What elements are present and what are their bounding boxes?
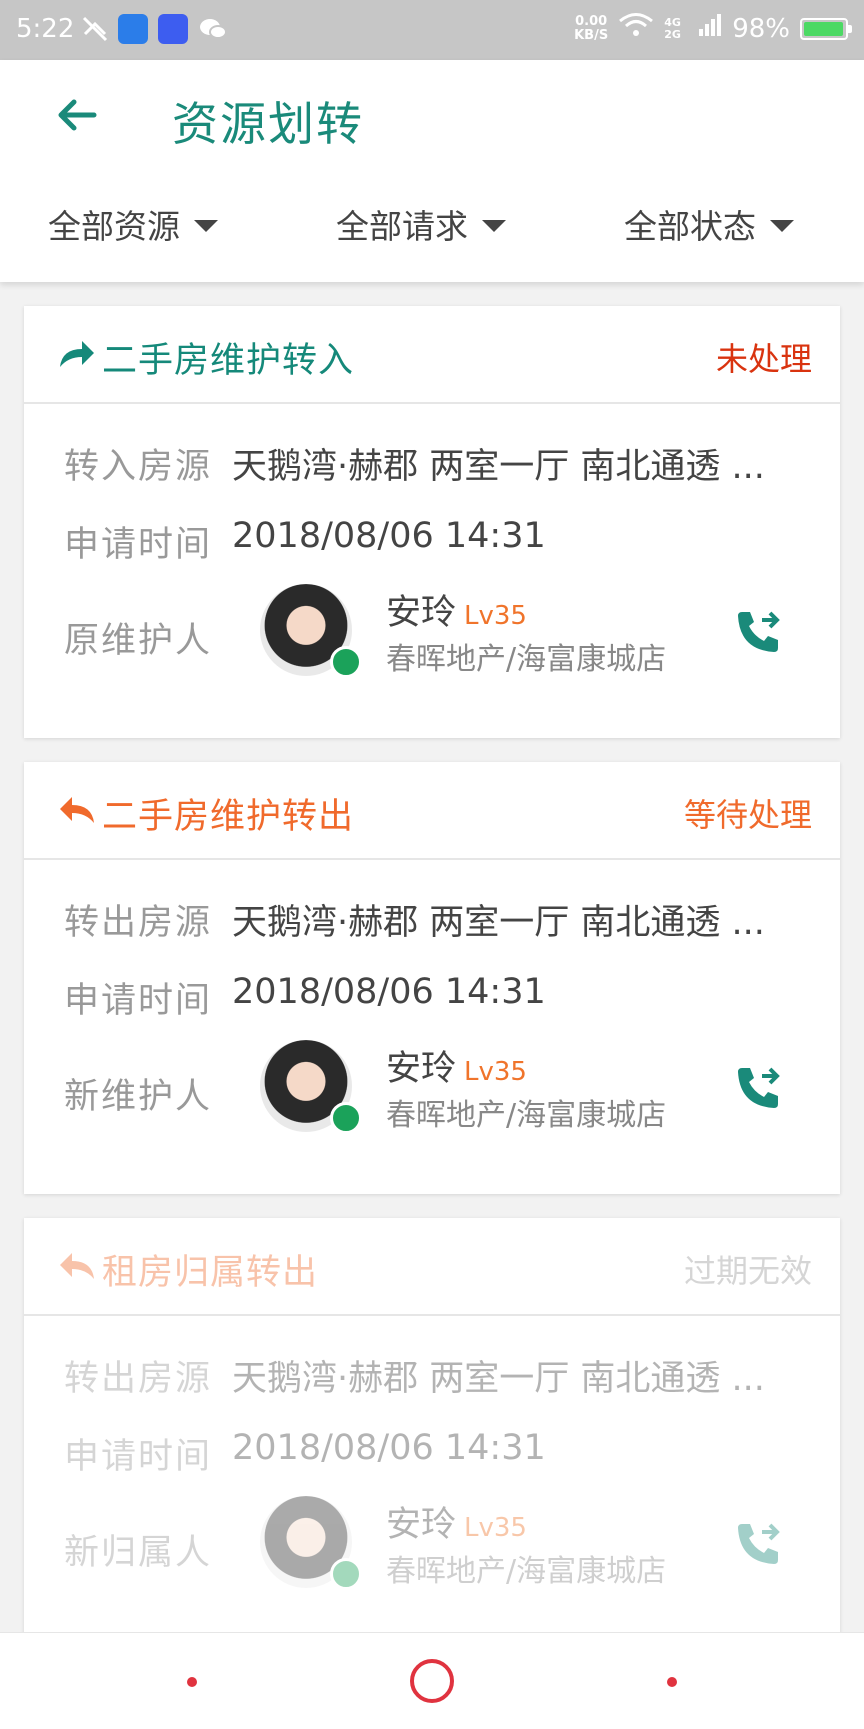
- status-bar: 5:22 0.00 KB/S 4G 2G 98%: [0, 0, 864, 60]
- filter-bar: 全部资源 全部请求 全部状态: [0, 200, 864, 270]
- transfer-card[interactable]: 租房归属转出 过期无效 转出房源 天鹅湾·赫郡 两室一厅 南北通透 ... 申请…: [24, 1218, 840, 1650]
- forward-arrow-icon: [58, 338, 96, 378]
- person-row: 原维护人 安玲 Lv35 春晖地产/海富康城店: [64, 584, 804, 684]
- transfer-card[interactable]: 二手房维护转入 未处理 转入房源 天鹅湾·赫郡 两室一厅 南北通透 ... 申请…: [24, 306, 840, 738]
- person-level: Lv35: [464, 1057, 527, 1087]
- card-status: 过期无效: [683, 1252, 812, 1290]
- status-time: 5:22: [16, 14, 75, 44]
- property-row: 转入房源 天鹅湾·赫郡 两室一厅 南北通透 ...: [64, 447, 765, 487]
- shield-app-icon: [118, 14, 148, 44]
- card-header: 二手房维护转入 未处理: [24, 306, 840, 404]
- sync-off-icon: [80, 14, 110, 44]
- person-level: Lv35: [464, 601, 527, 631]
- network-type: 4G 2G: [664, 15, 681, 41]
- person-level: Lv35: [464, 1513, 527, 1543]
- wechat-icon: [198, 14, 228, 44]
- filter-resource[interactable]: 全部资源: [48, 200, 218, 248]
- time-row: 申请时间 2018/08/06 14:31: [64, 1428, 546, 1477]
- time-row: 申请时间 2018/08/06 14:31: [64, 972, 546, 1021]
- back-arrow-icon[interactable]: [54, 90, 104, 140]
- nav-back-dot[interactable]: [667, 1677, 677, 1687]
- page-title: 资源划转: [172, 97, 364, 151]
- person-store: 春晖地产/海富康城店: [386, 642, 667, 677]
- wifi-icon: [618, 12, 654, 45]
- net-speed: 0.00 KB/S: [574, 13, 609, 43]
- property-row: 转出房源 天鹅湾·赫郡 两室一厅 南北通透 ...: [64, 1359, 765, 1399]
- system-nav-bar: [0, 1632, 864, 1729]
- reply-arrow-icon: [58, 794, 96, 834]
- signal-icon: [698, 13, 722, 44]
- card-header: 二手房维护转出 等待处理: [24, 762, 840, 860]
- card-type: 二手房维护转入: [58, 332, 354, 383]
- phone-forward-icon[interactable]: [732, 1062, 784, 1114]
- card-type: 二手房维护转出: [58, 788, 354, 839]
- person-name: 安玲: [386, 1505, 457, 1545]
- caret-down-icon: [770, 220, 794, 232]
- nav-home-button[interactable]: [410, 1659, 454, 1703]
- browser-app-icon: [158, 14, 188, 44]
- filter-status[interactable]: 全部状态: [624, 200, 794, 248]
- time-row: 申请时间 2018/08/06 14:31: [64, 516, 546, 565]
- nav-menu-dot[interactable]: [187, 1677, 197, 1687]
- card-header: 租房归属转出 过期无效: [24, 1218, 840, 1316]
- transfer-card[interactable]: 二手房维护转出 等待处理 转出房源 天鹅湾·赫郡 两室一厅 南北通透 ... 申…: [24, 762, 840, 1194]
- property-row: 转出房源 天鹅湾·赫郡 两室一厅 南北通透 ...: [64, 903, 765, 943]
- card-status: 等待处理: [683, 796, 812, 834]
- person-name: 安玲: [386, 593, 457, 633]
- filter-request[interactable]: 全部请求: [336, 200, 506, 248]
- person-row: 新维护人 安玲 Lv35 春晖地产/海富康城店: [64, 1040, 804, 1140]
- reply-arrow-icon: [58, 1250, 96, 1290]
- phone-forward-icon[interactable]: [732, 1518, 784, 1570]
- caret-down-icon: [482, 220, 506, 232]
- caret-down-icon: [194, 220, 218, 232]
- battery-percent: 98%: [732, 13, 790, 44]
- person-name: 安玲: [386, 1049, 457, 1089]
- badge-icon: [330, 646, 362, 678]
- person-store: 春晖地产/海富康城店: [386, 1554, 667, 1589]
- app-header: 资源划转 全部资源 全部请求 全部状态: [0, 60, 864, 282]
- badge-icon: [330, 1558, 362, 1590]
- badge-icon: [330, 1102, 362, 1134]
- person-row: 新归属人 安玲 Lv35 春晖地产/海富康城店: [64, 1496, 804, 1596]
- battery-icon: [800, 17, 852, 40]
- phone-forward-icon[interactable]: [732, 606, 784, 658]
- card-type: 租房归属转出: [58, 1244, 318, 1295]
- person-store: 春晖地产/海富康城店: [386, 1098, 667, 1133]
- card-status: 未处理: [715, 340, 812, 378]
